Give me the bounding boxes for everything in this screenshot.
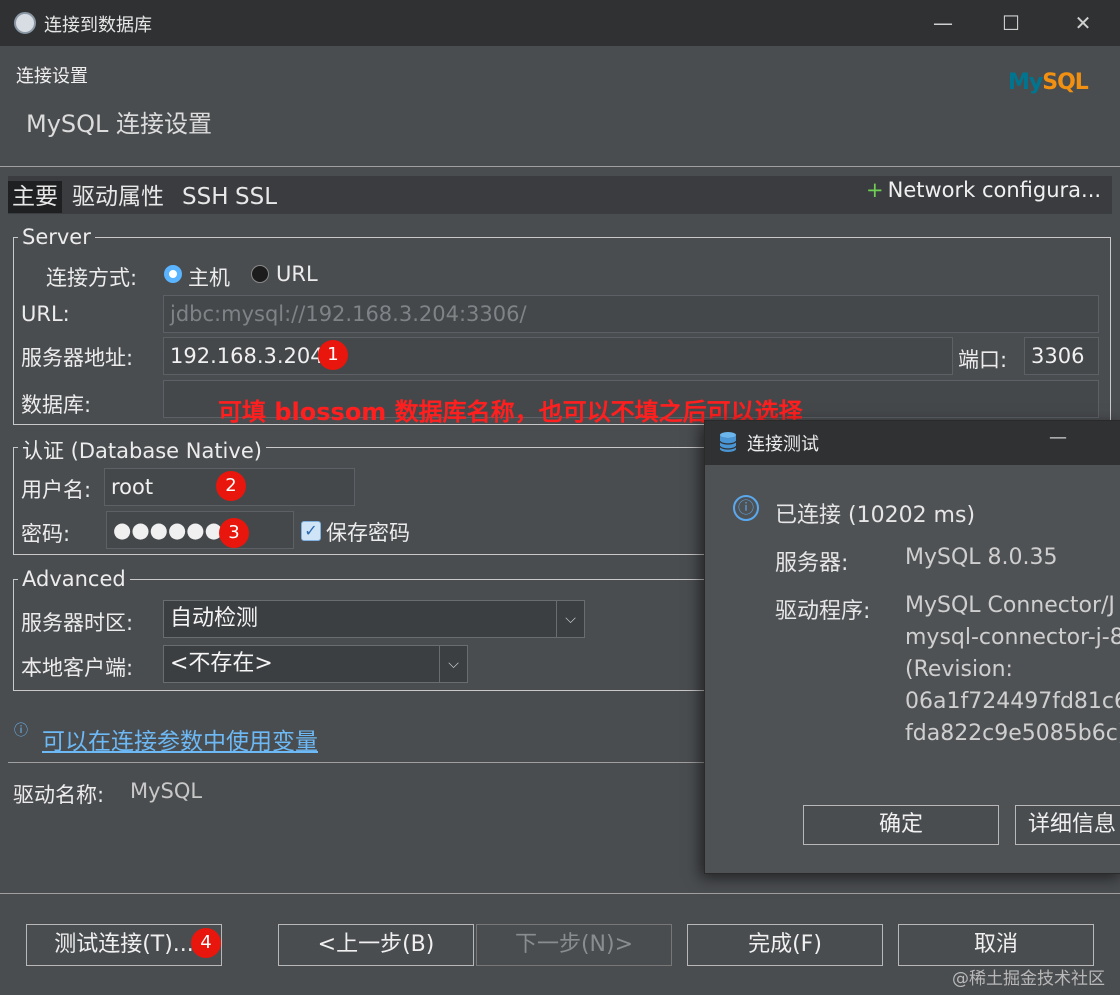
port-input[interactable]: 3306 <box>1024 337 1099 375</box>
page-subtitle: MySQL 连接设置 <box>26 110 213 138</box>
close-button[interactable]: ✕ <box>1068 8 1098 38</box>
driver-info-line: fda822c9e5085b6c) <box>905 721 1120 746</box>
server-group-title: Server <box>18 225 95 249</box>
save-password-checkbox[interactable]: ✓ <box>301 521 321 541</box>
password-label: 密码: <box>21 522 71 546</box>
auth-group-title: 认证 (Database Native) <box>18 435 266 465</box>
tab-ssl[interactable]: SSL <box>231 181 281 213</box>
connection-test-dialog: 连接测试 — ⓘ 已连接 (10202 ms) 服务器: MySQL 8.0.3… <box>704 420 1120 874</box>
tab-ssh[interactable]: SSH <box>178 181 233 213</box>
info-icon: ⓘ <box>14 723 28 739</box>
annotation-badge-3: 3 <box>219 518 249 548</box>
dbeaver-app-icon <box>14 12 36 34</box>
connection-status: 已连接 (10202 ms) <box>775 503 976 528</box>
server-version-label: 服务器: <box>775 551 849 576</box>
advanced-group-title: Advanced <box>18 567 130 591</box>
username-label: 用户名: <box>21 478 92 502</box>
connect-mode-label: 连接方式: <box>46 266 138 290</box>
finish-button[interactable]: 完成(F) <box>687 924 883 966</box>
annotation-badge-4: 4 <box>191 928 221 958</box>
annotation-badge-2: 2 <box>216 471 246 501</box>
port-label: 端口: <box>958 348 1008 372</box>
watermark: @稀土掘金技术社区 <box>952 969 1105 989</box>
driver-info-line: MySQL Connector/J <box>905 593 1115 618</box>
info-icon: ⓘ <box>733 495 759 521</box>
database-label: 数据库: <box>21 393 92 417</box>
host-label: 服务器地址: <box>21 346 134 370</box>
timezone-value: 自动检测 <box>170 606 259 631</box>
header-divider <box>0 166 1120 167</box>
radio-host-label: 主机 <box>188 266 230 290</box>
minimize-button[interactable]: — <box>928 8 958 38</box>
content-divider <box>8 762 708 763</box>
driver-info-line: 06a1f724497fd81c6a <box>905 689 1120 714</box>
variables-help-link[interactable]: 可以在连接参数中使用变量 <box>42 722 318 756</box>
driver-info-label: 驱动程序: <box>775 599 871 624</box>
server-version-value: MySQL 8.0.35 <box>905 545 1058 570</box>
url-input[interactable]: jdbc:mysql://192.168.3.204:3306/ <box>163 295 1099 333</box>
window-title: 连接到数据库 <box>44 15 152 36</box>
section-heading: 连接设置 <box>16 66 88 87</box>
window-titlebar: 连接到数据库 — ☐ ✕ <box>0 0 1120 46</box>
annotation-badge-1: 1 <box>318 340 348 370</box>
tab-network-configuration[interactable]: + Network configura... <box>866 178 1101 202</box>
tab-driver-properties[interactable]: 驱动属性 <box>68 181 168 213</box>
chevron-down-icon: ⌵ <box>556 601 584 637</box>
tab-main[interactable]: 主要 <box>8 181 62 213</box>
password-input[interactable]: ●●●●●● <box>106 511 294 549</box>
footer-divider <box>0 893 1120 894</box>
ok-button[interactable]: 确定 <box>803 805 999 845</box>
radio-url[interactable] <box>251 265 269 283</box>
database-icon <box>719 432 737 452</box>
driver-name-label: 驱动名称: <box>13 783 105 807</box>
dialog-titlebar: 连接测试 — <box>705 421 1120 465</box>
dialog-title: 连接测试 <box>747 434 819 455</box>
mysql-logo-sql: SQL <box>1042 70 1089 95</box>
dialog-minimize-button[interactable]: — <box>1049 427 1067 448</box>
driver-info-line: (Revision: <box>905 657 1013 682</box>
driver-info-line: mysql-connector-j-8 <box>905 625 1120 650</box>
radio-host[interactable] <box>164 265 182 283</box>
details-button[interactable]: 详细信息 <box>1015 805 1120 845</box>
driver-name-value: MySQL <box>130 779 203 803</box>
timezone-select[interactable]: 自动检测 ⌵ <box>163 600 585 638</box>
next-button[interactable]: 下一步(N)> <box>476 924 672 966</box>
host-input[interactable]: 192.168.3.204 <box>163 337 953 375</box>
local-client-select[interactable]: <不存在> ⌵ <box>163 645 468 683</box>
save-password-label: 保存密码 <box>326 521 410 545</box>
mysql-logo-my: My <box>1008 70 1043 95</box>
local-client-label: 本地客户端: <box>21 656 134 680</box>
plus-icon: + <box>866 178 884 202</box>
timezone-label: 服务器时区: <box>21 611 134 635</box>
chevron-down-icon: ⌵ <box>439 646 467 682</box>
network-tab-label: Network configura... <box>887 178 1102 202</box>
maximize-button[interactable]: ☐ <box>996 8 1026 38</box>
back-button[interactable]: <上一步(B) <box>278 924 474 966</box>
mysql-logo: MySQL <box>1008 70 1089 95</box>
cancel-button[interactable]: 取消 <box>898 924 1094 966</box>
radio-url-label: URL <box>276 262 318 286</box>
local-client-value: <不存在> <box>170 651 273 676</box>
url-label: URL: <box>21 302 70 326</box>
